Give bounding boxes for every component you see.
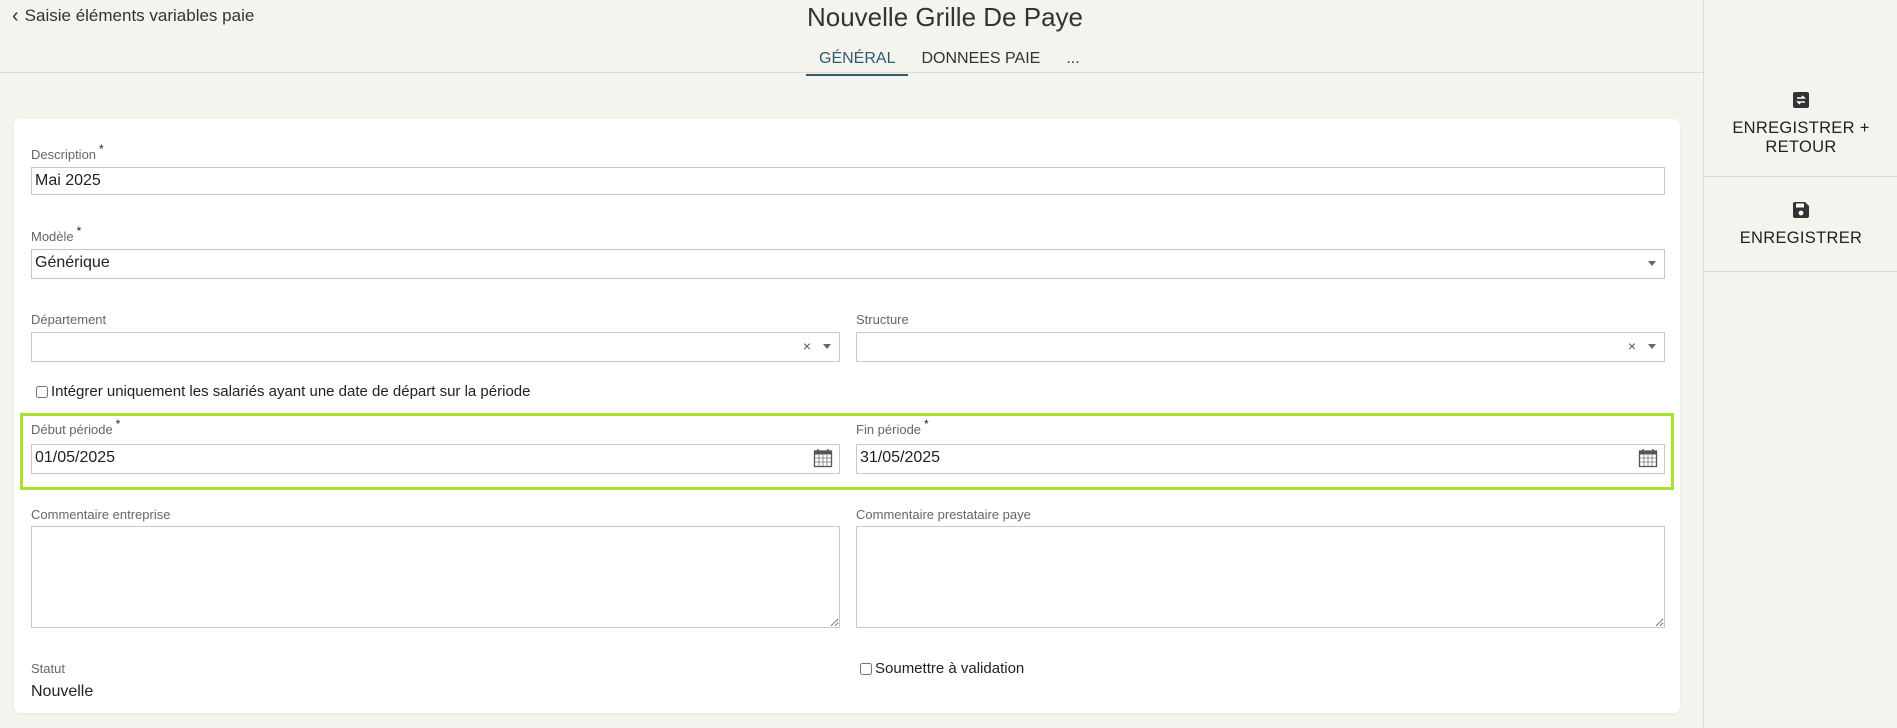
top-bar: ‹ Saisie éléments variables paie Nouvell… [0,0,1703,76]
modele-value: Générique [35,254,110,271]
save-return-icon [1793,92,1809,108]
debut-periode-value: 01/05/2025 [35,449,116,466]
modele-label: Modèle * [31,224,82,244]
floppy-disk-icon [1793,201,1809,218]
action-sidebar: ENREGISTRER + RETOUR ENREGISTRER [1703,72,1897,728]
clear-icon[interactable]: × [803,338,811,354]
structure-label: Structure [856,312,909,327]
structure-select[interactable]: × [856,332,1665,362]
clear-icon[interactable]: × [1628,338,1636,354]
fin-periode-label: Fin période * [856,417,929,437]
fin-periode-input[interactable]: 31/05/2025 [856,444,1665,474]
save-return-button[interactable]: ENREGISTRER + RETOUR [1704,72,1897,177]
chevron-down-icon [1648,344,1656,349]
calendar-icon[interactable] [1638,448,1658,468]
commentaire-entreprise-textarea[interactable] [31,526,840,628]
description-label: Description * [31,142,104,162]
debut-periode-input[interactable]: 01/05/2025 [31,444,840,474]
departement-label: Département [31,312,107,327]
statut-label: Statut [31,661,65,676]
chevron-down-icon [1648,261,1656,266]
calendar-icon[interactable] [813,448,833,468]
fin-periode-value: 31/05/2025 [860,449,941,466]
save-return-label: ENREGISTRER + RETOUR [1732,119,1870,156]
tab-general[interactable]: GÉNÉRAL [806,46,909,76]
statut-value: Nouvelle [31,683,94,700]
tab-donnees-paie[interactable]: DONNEES PAIE [908,46,1053,76]
integrer-checkbox[interactable] [36,385,48,398]
debut-periode-label: Début période * [31,417,121,437]
commentaire-prestataire-label: Commentaire prestataire paye [856,507,1031,522]
save-button[interactable]: ENREGISTRER [1704,177,1897,272]
description-input[interactable] [31,167,1665,195]
divider [1703,0,1704,72]
save-label: ENREGISTRER [1739,228,1863,247]
page-title: Nouvelle Grille De Paye [806,2,1083,32]
soumettre-checkbox-row[interactable]: Soumettre à validation [860,660,1024,677]
commentaire-prestataire-textarea[interactable] [856,526,1665,628]
chevron-down-icon [823,344,831,349]
soumettre-label: Soumettre à validation [875,660,1025,677]
modele-select[interactable]: Générique [31,249,1665,279]
integrer-checkbox-row[interactable]: Intégrer uniquement les salariés ayant u… [36,383,530,400]
departement-select[interactable]: × [31,332,840,362]
commentaire-entreprise-label: Commentaire entreprise [31,507,171,522]
integrer-label: Intégrer uniquement les salariés ayant u… [51,383,531,400]
form-card: Description* Modèle* Générique Départeme… [14,119,1680,713]
tab-more[interactable]: ... [1053,46,1092,76]
tab-bar: GÉNÉRAL DONNEES PAIE ... [806,46,1093,76]
soumettre-checkbox[interactable] [860,662,872,675]
